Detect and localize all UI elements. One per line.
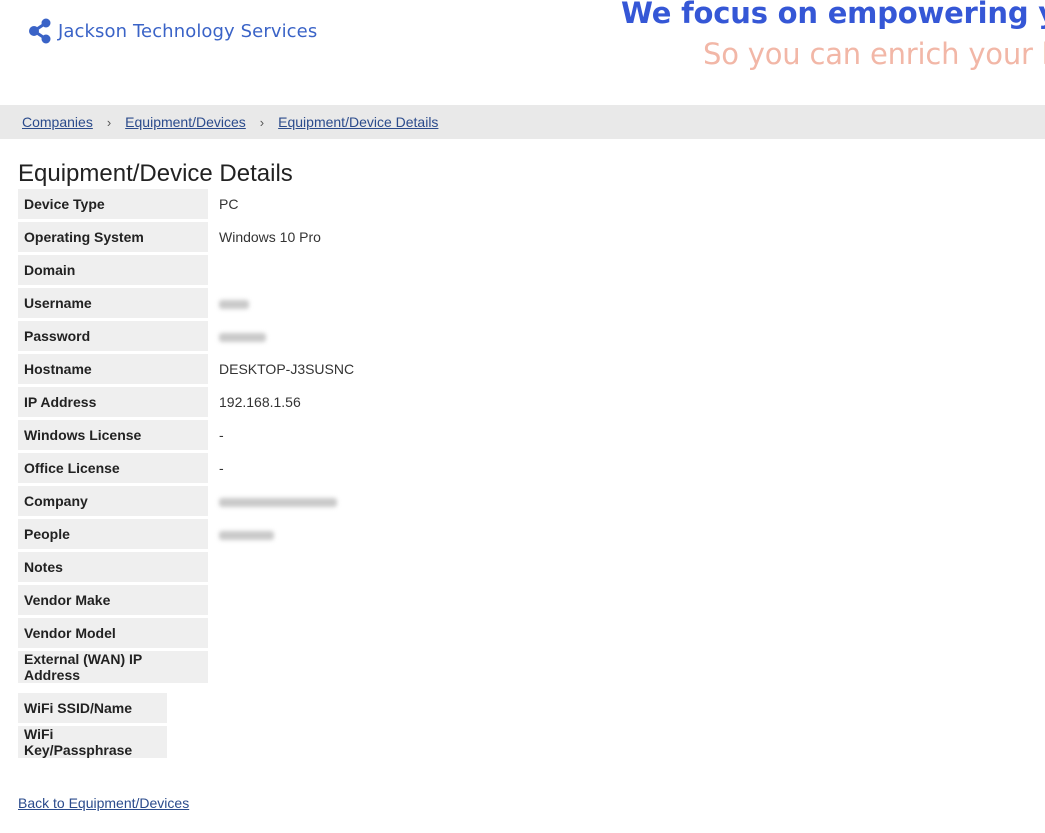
wifi-label: WiFi SSID/Name (18, 693, 167, 723)
detail-label: External (WAN) IP Address (18, 651, 208, 683)
wifi-row-key: WiFi Key/Passphrase (18, 726, 167, 758)
detail-label: IP Address (18, 387, 208, 417)
site-logo[interactable]: Jackson Technology Services (28, 18, 317, 44)
detail-row-windows-license: Windows License - (18, 420, 354, 450)
page-title: Equipment/Device Details (18, 160, 293, 187)
header-tagline: We focus on empowering your te (621, 0, 1045, 30)
redacted-link[interactable] (219, 497, 337, 507)
detail-value: - (219, 460, 224, 476)
detail-row-username: Username (18, 288, 354, 318)
detail-label: Notes (18, 552, 208, 582)
chevron-right-icon: › (259, 114, 265, 130)
redacted-text (219, 299, 249, 309)
logo-text: Jackson Technology Services (58, 20, 318, 42)
wifi-row-ssid: WiFi SSID/Name (18, 693, 167, 723)
detail-row-people: People (18, 519, 354, 549)
detail-row-vendor-model: Vendor Model (18, 618, 354, 648)
detail-row-notes: Notes (18, 552, 354, 582)
breadcrumb-equipment-link[interactable]: Equipment/Devices (125, 114, 246, 130)
detail-label: Device Type (18, 189, 208, 219)
wifi-label: WiFi Key/Passphrase (18, 726, 167, 758)
detail-row-operating-system: Operating System Windows 10 Pro (18, 222, 354, 252)
detail-row-external-ip: External (WAN) IP Address (18, 651, 354, 683)
detail-row-hostname: Hostname DESKTOP-J3SUSNC (18, 354, 354, 384)
back-to-equipment-link[interactable]: Back to Equipment/Devices (18, 795, 189, 811)
detail-value: DESKTOP-J3SUSNC (219, 361, 355, 377)
detail-value: 192.168.1.56 (219, 394, 301, 410)
detail-label: Domain (18, 255, 208, 285)
main-content: Equipment/Device Details Device Type PC … (0, 159, 1045, 813)
detail-row-vendor-make: Vendor Make (18, 585, 354, 615)
detail-label: Vendor Make (18, 585, 208, 615)
detail-value: PC (219, 196, 239, 212)
detail-label: Windows License (18, 420, 208, 450)
detail-value (208, 255, 354, 285)
chevron-right-icon: › (106, 114, 112, 130)
redacted-text (219, 332, 266, 342)
detail-value (208, 618, 354, 648)
detail-label: Office License (18, 453, 208, 483)
detail-value (208, 651, 354, 683)
detail-label: Company (18, 486, 208, 516)
breadcrumb-device-details-link[interactable]: Equipment/Device Details (278, 114, 438, 130)
detail-value: Windows 10 Pro (219, 229, 321, 245)
detail-row-password: Password (18, 321, 354, 351)
detail-label: Username (18, 288, 208, 318)
site-header: Jackson Technology Services We focus on … (0, 0, 1045, 105)
detail-value-redacted (208, 288, 354, 318)
details-table: Device Type PC Operating System Windows … (18, 186, 354, 686)
detail-label: Hostname (18, 354, 208, 384)
detail-label: Operating System (18, 222, 208, 252)
detail-label: Password (18, 321, 208, 351)
detail-row-office-license: Office License - (18, 453, 354, 483)
detail-row-company: Company (18, 486, 354, 516)
redacted-link[interactable] (219, 530, 274, 540)
detail-row-domain: Domain (18, 255, 354, 285)
detail-value: - (219, 427, 224, 443)
detail-row-device-type: Device Type PC (18, 189, 354, 219)
detail-value-redacted[interactable] (208, 486, 354, 516)
share-icon (29, 18, 51, 44)
breadcrumb: Companies › Equipment/Devices › Equipmen… (0, 105, 1045, 139)
detail-value (208, 552, 354, 582)
detail-label: Vendor Model (18, 618, 208, 648)
detail-value (208, 585, 354, 615)
detail-label: People (18, 519, 208, 549)
breadcrumb-companies-link[interactable]: Companies (22, 114, 93, 130)
detail-value-redacted[interactable] (208, 519, 354, 549)
detail-value-redacted (208, 321, 354, 351)
detail-row-ip-address: IP Address 192.168.1.56 (18, 387, 354, 417)
header-subtagline: So you can enrich your busin (703, 37, 1045, 71)
wifi-table: WiFi SSID/Name WiFi Key/Passphrase (18, 690, 167, 761)
